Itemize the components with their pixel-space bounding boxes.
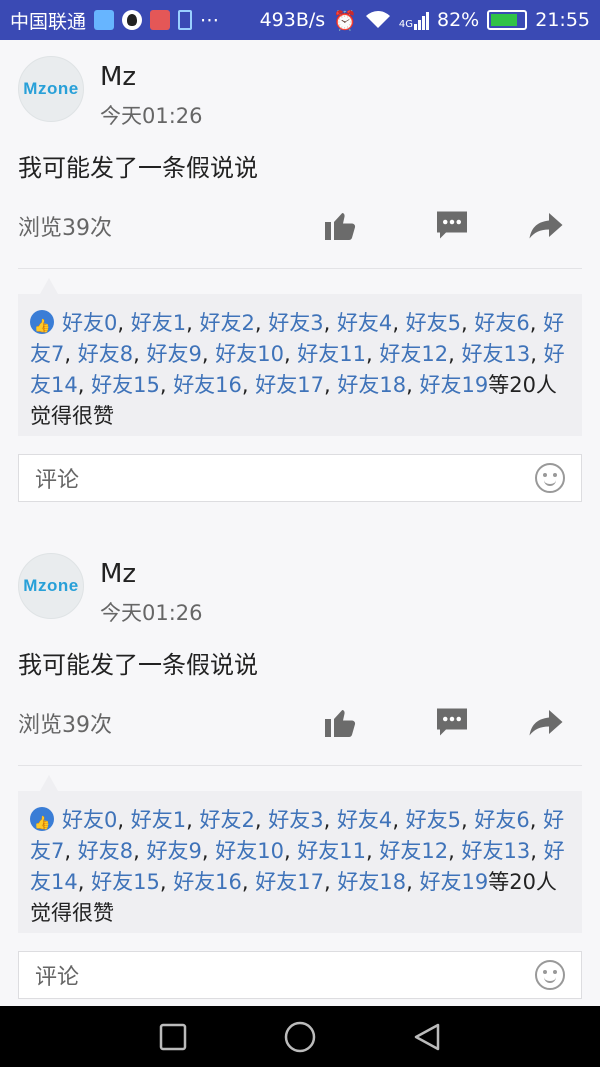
- liker-link[interactable]: 好友17: [255, 373, 324, 397]
- home-button[interactable]: [284, 1021, 316, 1053]
- signal-icon: 4G: [399, 10, 429, 30]
- video-icon: [150, 10, 171, 30]
- liker-link[interactable]: 好友19: [419, 373, 488, 397]
- comment-input[interactable]: 评论: [18, 951, 582, 999]
- more-icon: ⋯: [200, 9, 220, 31]
- comment-icon: [437, 211, 467, 239]
- comment-button[interactable]: [432, 205, 472, 245]
- comment-placeholder: 评论: [35, 468, 80, 493]
- thumbs-up-icon: [325, 710, 356, 737]
- view-count: 浏览39次: [18, 713, 112, 738]
- avatar[interactable]: Mzone: [18, 553, 84, 619]
- share-arrow-icon: [529, 710, 563, 736]
- recent-apps-button[interactable]: [157, 1021, 189, 1053]
- message-icon: [94, 10, 115, 30]
- square-icon: [160, 1023, 187, 1050]
- comment-icon: [437, 708, 467, 736]
- back-button[interactable]: [411, 1021, 443, 1053]
- carrier-label: 中国联通: [10, 10, 87, 33]
- liker-link[interactable]: 好友5: [406, 808, 461, 832]
- author-name[interactable]: Mz: [100, 559, 136, 589]
- liker-link[interactable]: 好友0: [62, 808, 117, 832]
- likes-box: 好友0, 好友1, 好友2, 好友3, 好友4, 好友5, 好友6, 好友7, …: [18, 278, 582, 436]
- post-card: Mzone Mz 今天01:26 我可能发了一条假说说 浏览39次 好友0, 好…: [0, 40, 600, 537]
- view-count: 浏览39次: [18, 216, 112, 241]
- like-button[interactable]: [320, 205, 360, 245]
- emoji-icon[interactable]: [535, 960, 565, 990]
- liker-link[interactable]: 好友15: [91, 870, 160, 894]
- liker-link[interactable]: 好友12: [379, 342, 448, 366]
- post-text: 我可能发了一条假说说: [18, 154, 258, 182]
- avatar-logo-text: Mzone: [23, 79, 79, 98]
- liker-link[interactable]: 好友18: [337, 870, 406, 894]
- like-badge-icon: [30, 310, 54, 342]
- liker-link[interactable]: 好友1: [131, 808, 186, 832]
- navigation-bar: [0, 1006, 600, 1067]
- liker-link[interactable]: 好友3: [268, 311, 323, 335]
- liker-link[interactable]: 好友8: [78, 839, 133, 863]
- avatar-logo-text: Mzone: [23, 576, 79, 595]
- net-speed: 493B/s: [259, 9, 326, 31]
- post-card: Mzone Mz 今天01:26 我可能发了一条假说说 浏览39次 好友0, 好…: [0, 537, 600, 1006]
- triangle-back-icon: [414, 1023, 439, 1050]
- liker-link[interactable]: 好友4: [337, 808, 392, 832]
- like-badge-icon: [30, 807, 54, 839]
- battery-percent: 82%: [437, 9, 480, 31]
- emoji-icon[interactable]: [535, 463, 565, 493]
- liker-link[interactable]: 好友5: [406, 311, 461, 335]
- thumbs-up-icon: [325, 213, 356, 240]
- like-button[interactable]: [320, 702, 360, 742]
- liker-link[interactable]: 好友8: [78, 342, 133, 366]
- status-bar: 中国联通 ⋯ 493B/s ⏰ 4G 82% 21:55: [0, 0, 600, 40]
- liker-list: 好友0, 好友1, 好友2, 好友3, 好友4, 好友5, 好友6, 好友7, …: [30, 311, 565, 397]
- post-text: 我可能发了一条假说说: [18, 651, 258, 679]
- liker-link[interactable]: 好友10: [215, 839, 284, 863]
- liker-link[interactable]: 好友11: [297, 839, 366, 863]
- liker-link[interactable]: 好友15: [91, 373, 160, 397]
- post-time: 今天01:26: [100, 104, 203, 128]
- liker-link[interactable]: 好友18: [337, 373, 406, 397]
- net-type: 4G: [398, 19, 413, 30]
- divider: [18, 765, 582, 766]
- liker-list: 好友0, 好友1, 好友2, 好友3, 好友4, 好友5, 好友6, 好友7, …: [30, 808, 565, 894]
- share-arrow-icon: [529, 213, 563, 239]
- liker-link[interactable]: 好友9: [146, 342, 201, 366]
- liker-link[interactable]: 好友10: [215, 342, 284, 366]
- liker-link[interactable]: 好友19: [419, 870, 488, 894]
- alarm-icon: ⏰: [333, 9, 357, 32]
- liker-link[interactable]: 好友6: [474, 311, 529, 335]
- qq-icon: [122, 10, 143, 30]
- comment-placeholder: 评论: [35, 965, 80, 990]
- avatar[interactable]: Mzone: [18, 56, 84, 122]
- divider: [18, 268, 582, 269]
- liker-link[interactable]: 好友2: [199, 311, 254, 335]
- liker-link[interactable]: 好友13: [461, 839, 530, 863]
- liker-link[interactable]: 好友16: [173, 870, 242, 894]
- likes-box: 好友0, 好友1, 好友2, 好友3, 好友4, 好友5, 好友6, 好友7, …: [18, 775, 582, 933]
- feed[interactable]: Mzone Mz 今天01:26 我可能发了一条假说说 浏览39次 好友0, 好…: [0, 40, 600, 1006]
- author-name[interactable]: Mz: [100, 62, 136, 92]
- clock: 21:55: [535, 9, 590, 31]
- liker-link[interactable]: 好友11: [297, 342, 366, 366]
- liker-link[interactable]: 好友1: [131, 311, 186, 335]
- comment-button[interactable]: [432, 702, 472, 742]
- share-button[interactable]: [526, 702, 566, 742]
- liker-link[interactable]: 好友9: [146, 839, 201, 863]
- liker-link[interactable]: 好友4: [337, 311, 392, 335]
- comment-input[interactable]: 评论: [18, 454, 582, 502]
- liker-link[interactable]: 好友6: [474, 808, 529, 832]
- post-time: 今天01:26: [100, 601, 203, 625]
- battery-icon: [487, 10, 528, 30]
- liker-link[interactable]: 好友16: [173, 373, 242, 397]
- liker-link[interactable]: 好友3: [268, 808, 323, 832]
- liker-link[interactable]: 好友12: [379, 839, 448, 863]
- usb-icon: [178, 10, 193, 30]
- liker-link[interactable]: 好友0: [62, 311, 117, 335]
- liker-link[interactable]: 好友2: [199, 808, 254, 832]
- liker-link[interactable]: 好友13: [461, 342, 530, 366]
- share-button[interactable]: [526, 205, 566, 245]
- wifi-icon: [365, 11, 390, 28]
- liker-link[interactable]: 好友17: [255, 870, 324, 894]
- circle-icon: [284, 1021, 316, 1052]
